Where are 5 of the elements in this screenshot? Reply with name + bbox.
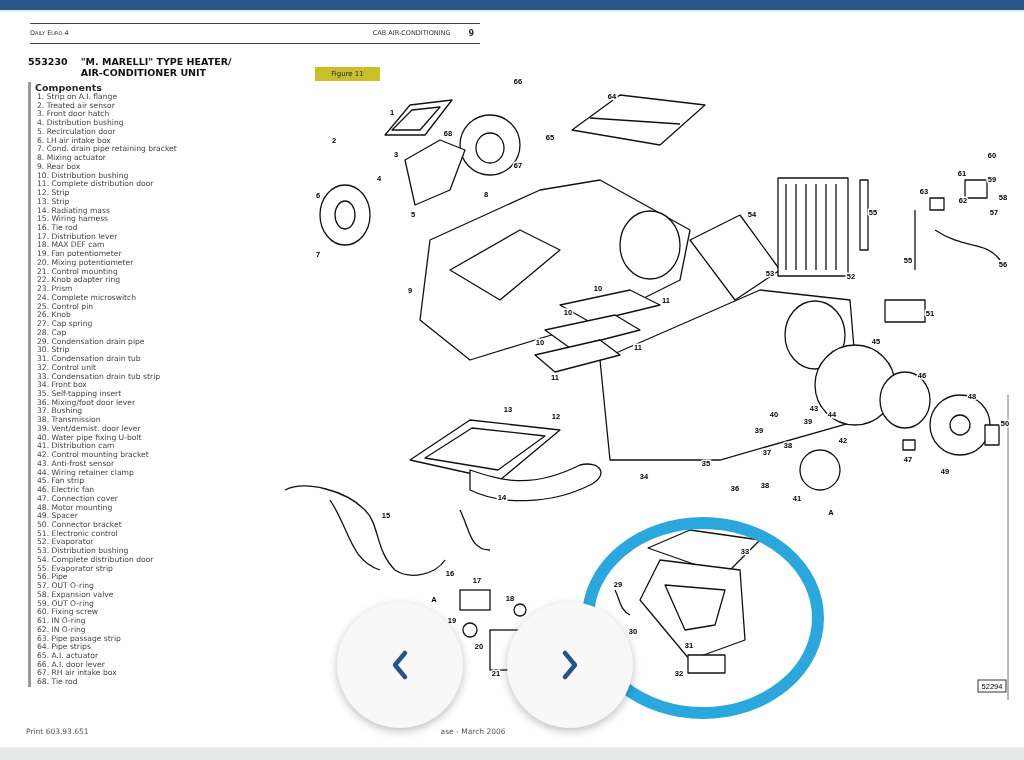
heading-line: "M. MARELLI" TYPE HEATER/ [80, 57, 232, 68]
heading-line: AIR-CONDITIONER UNIT [80, 67, 208, 78]
components-heading: Components [35, 82, 103, 93]
section-code: 553230 [28, 57, 68, 69]
page-number: 9 [468, 27, 474, 40]
